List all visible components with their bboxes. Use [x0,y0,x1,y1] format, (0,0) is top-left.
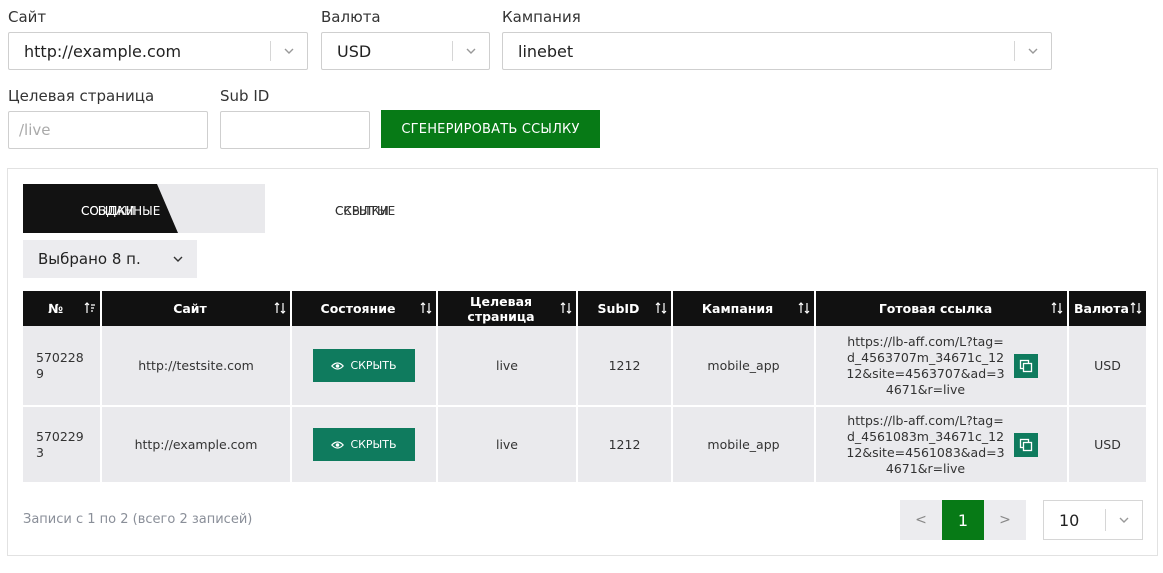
campaign-select-value: linebet [518,41,574,61]
column-header-number[interactable]: № [23,291,100,326]
sort-icon[interactable] [798,301,810,315]
column-header-site[interactable]: Сайт [102,291,290,326]
table-row: 570228 9 http://testsite.com СКРЫТЬ live … [23,326,1146,405]
row-id: 570228 9 [23,326,100,405]
row-subid: 1212 [578,326,671,405]
row-campaign: mobile_app [673,405,814,482]
pagination-prev-button[interactable]: < [900,500,942,540]
landing-label: Целевая страница [8,87,155,105]
table-header-row: № Сайт Состояние Целевая страница SubID … [23,291,1146,326]
column-header-landing[interactable]: Целевая страница [438,291,576,326]
row-state: СКРЫТЬ [292,405,436,482]
ready-link-text[interactable]: https://lb-aff.com/L?tag=d_4563707m_3467… [846,334,1006,398]
link-tabs: СКРЫТЫЕ ССЫЛКИ СОЗДАННЫЕ ССЫЛКИ [23,184,395,233]
copy-link-button[interactable] [1013,432,1038,457]
sort-icon[interactable] [274,301,286,315]
table-row: 570229 3 http://example.com СКРЫТЬ live 1… [23,405,1146,482]
sort-ascending-icon[interactable] [84,301,96,315]
subid-label: Sub ID [220,87,270,105]
site-select[interactable]: http://example.com [8,32,308,70]
sort-icon[interactable] [655,301,667,315]
row-currency: USD [1069,326,1146,405]
landing-input[interactable] [8,111,208,149]
column-header-ready-link[interactable]: Готовая ссылка [816,291,1067,326]
eye-icon [331,440,345,449]
eye-icon [331,361,345,370]
ready-link-text[interactable]: https://lb-aff.com/L?tag=d_4561083m_3467… [846,413,1006,477]
hide-link-button[interactable]: СКРЫТЬ [313,349,415,382]
links-panel: СКРЫТЫЕ ССЫЛКИ СОЗДАННЫЕ ССЫЛКИ Выбрано 8 … [7,168,1158,556]
campaign-label: Кампания [502,8,581,26]
column-header-subid[interactable]: SubID [578,291,671,326]
links-table: № Сайт Состояние Целевая страница SubID … [21,291,1148,482]
page-size-select[interactable]: 10 [1043,500,1143,540]
hide-link-button-label: СКРЫТЬ [350,438,397,451]
chevron-down-icon[interactable] [1106,513,1142,527]
copy-link-button[interactable] [1013,353,1038,378]
currency-select-value: USD [337,41,372,61]
sort-icon[interactable] [1051,301,1063,315]
records-info: Записи с 1 по 2 (всего 2 записей) [23,512,253,527]
copy-icon [1019,359,1032,372]
copy-icon [1019,438,1032,451]
chevron-down-icon [171,252,185,270]
chevron-down-icon[interactable] [453,44,489,58]
hide-link-button[interactable]: СКРЫТЬ [313,428,415,461]
campaign-select[interactable]: linebet [502,32,1052,70]
sort-icon[interactable] [1130,301,1142,315]
row-site: http://testsite.com [102,326,290,405]
pagination-next-button[interactable]: > [984,500,1026,540]
row-subid: 1212 [578,405,671,482]
row-landing: live [438,326,576,405]
row-campaign: mobile_app [673,326,814,405]
row-currency: USD [1069,405,1146,482]
pagination-page-button[interactable]: 1 [942,500,984,540]
subid-input[interactable] [220,111,370,149]
row-id: 570229 3 [23,405,100,482]
sort-icon[interactable] [560,301,572,315]
currency-label: Валюта [321,8,381,26]
row-ready-link: https://lb-aff.com/L?tag=d_4563707m_3467… [816,326,1067,405]
chevron-down-icon[interactable] [1015,44,1051,58]
sort-icon[interactable] [420,301,432,315]
currency-select[interactable]: USD [321,32,490,70]
generate-link-button[interactable]: СГЕНЕРИРОВАТЬ ССЫЛКУ [381,110,600,148]
row-landing: live [438,405,576,482]
row-ready-link: https://lb-aff.com/L?tag=d_4561083m_3467… [816,405,1067,482]
column-header-currency[interactable]: Валюта [1069,291,1146,326]
pagination: < 1 > [900,500,1026,540]
column-header-campaign[interactable]: Кампания [673,291,814,326]
row-state: СКРЫТЬ [292,326,436,405]
tab-created-links[interactable]: СОЗДАННЫЕ ССЫЛКИ [23,184,178,233]
column-select-label: Выбрано 8 п. [38,250,141,268]
chevron-down-icon[interactable] [271,44,307,58]
row-site: http://example.com [102,405,290,482]
column-select-dropdown[interactable]: Выбрано 8 п. [23,240,197,278]
column-header-state[interactable]: Состояние [292,291,436,326]
page-size-value: 10 [1059,510,1080,530]
site-label: Сайт [8,8,47,26]
site-select-value: http://example.com [24,41,182,61]
hide-link-button-label: СКРЫТЬ [350,359,397,372]
